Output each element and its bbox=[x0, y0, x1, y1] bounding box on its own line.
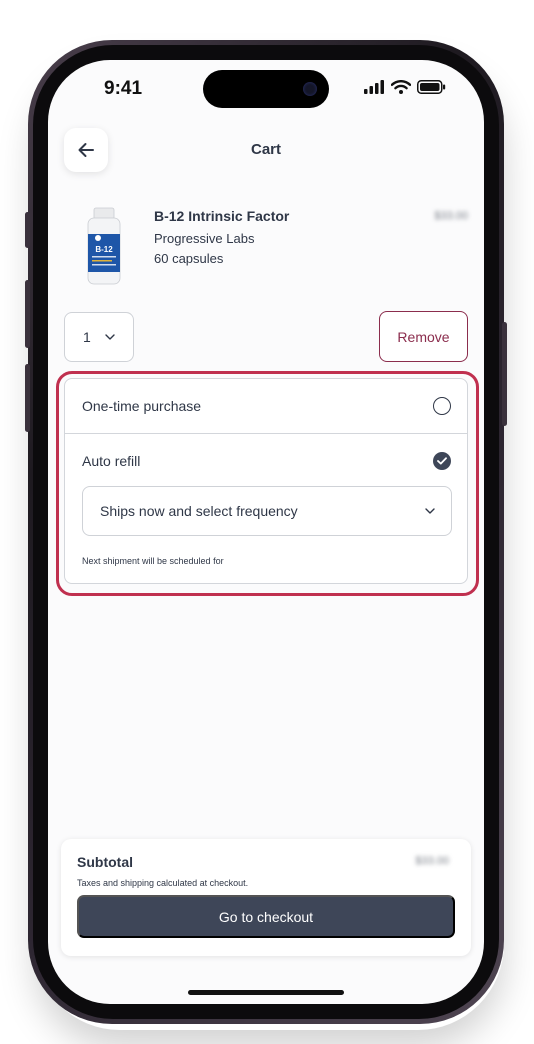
product-name: B-12 Intrinsic Factor bbox=[154, 208, 290, 224]
option-one-time-purchase[interactable]: One-time purchase bbox=[65, 379, 467, 433]
next-shipment-text: Next shipment will be scheduled for bbox=[82, 556, 224, 566]
frequency-placeholder: Ships now and select frequency bbox=[100, 503, 298, 519]
status-icons bbox=[364, 80, 446, 94]
home-indicator[interactable] bbox=[188, 990, 344, 995]
phone-volume-down bbox=[25, 364, 30, 432]
status-time: 9:41 bbox=[104, 78, 143, 99]
cellular-signal-icon bbox=[364, 80, 384, 94]
remove-button[interactable]: Remove bbox=[379, 311, 468, 362]
taxes-note: Taxes and shipping calculated at checkou… bbox=[77, 878, 249, 888]
dynamic-island bbox=[203, 70, 329, 108]
chevron-down-icon bbox=[425, 508, 435, 514]
radio-unchecked-icon[interactable] bbox=[433, 397, 451, 415]
product-brand: Progressive Labs bbox=[154, 231, 255, 246]
product-image: B-12 bbox=[87, 207, 121, 285]
battery-icon bbox=[417, 80, 446, 94]
checkmark-circle-icon[interactable] bbox=[433, 452, 451, 470]
page-title: Cart bbox=[250, 141, 281, 158]
phone-volume-up bbox=[25, 280, 30, 348]
phone-power-button bbox=[502, 322, 507, 426]
phone-mute-switch bbox=[25, 212, 30, 248]
product-price: $33.00 bbox=[434, 210, 468, 222]
wifi-icon bbox=[391, 80, 411, 94]
frequency-select[interactable]: Ships now and select frequency bbox=[82, 486, 452, 536]
product-count: 60 capsules bbox=[154, 251, 224, 266]
subtotal-value: $33.00 bbox=[415, 855, 449, 867]
checkout-button[interactable]: Go to checkout bbox=[77, 895, 455, 938]
phone-screen: 9:41 Cart B-12 B-12 Intrinsic Factor Pro… bbox=[48, 60, 484, 1004]
option-auto-refill-label: Auto refill bbox=[82, 453, 141, 469]
option-one-time-label: One-time purchase bbox=[82, 398, 202, 414]
option-auto-refill[interactable]: Auto refill bbox=[65, 434, 467, 488]
subtotal-label: Subtotal bbox=[77, 854, 133, 870]
front-camera bbox=[303, 82, 317, 96]
product-image-label: B-12 bbox=[95, 245, 113, 254]
quantity-value: 1 bbox=[83, 329, 91, 345]
quantity-select[interactable]: 1 bbox=[64, 312, 134, 362]
chevron-down-icon bbox=[105, 334, 115, 340]
purchase-options-card: One-time purchase Auto refill Ships now … bbox=[64, 378, 468, 584]
checkout-footer: Subtotal $33.00 Taxes and shipping calcu… bbox=[61, 839, 471, 956]
